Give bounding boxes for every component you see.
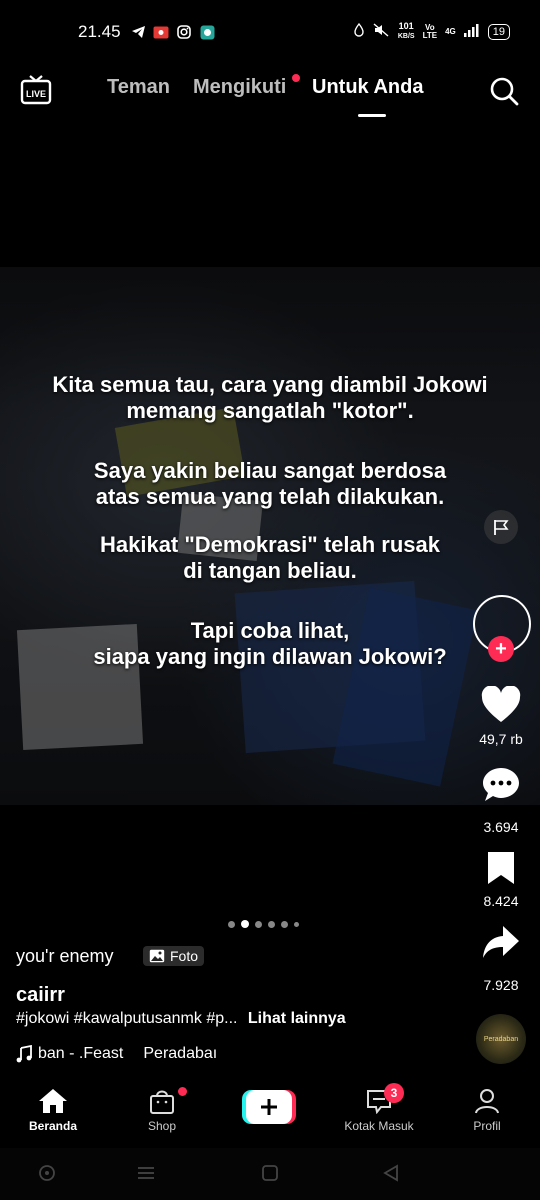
recent-apps-icon[interactable]	[137, 1166, 155, 1185]
data-saver-icon	[354, 22, 364, 40]
caption-paragraph-4: Tapi coba lihat, siapa yang ingin dilawa…	[0, 618, 540, 670]
instagram-icon	[176, 24, 192, 40]
home-icon	[39, 1089, 67, 1113]
system-navigation-bar	[0, 1148, 540, 1200]
status-system-icons: 101 KB/S Vo LTE 4G 19	[354, 22, 510, 41]
share-arrow-icon	[483, 926, 519, 958]
battery-indicator: 19	[487, 23, 510, 40]
save-count: 8.424	[483, 893, 519, 909]
heart-icon	[481, 685, 521, 722]
music-info[interactable]: ban - .Feast Peradabaı	[16, 1045, 217, 1063]
nav-shop-label: Shop	[147, 1119, 177, 1133]
bookmark-icon	[488, 852, 514, 884]
photo-caption: Kita semua tau, cara yang diambil Jokowi…	[0, 372, 540, 692]
shopping-bag-icon	[150, 1090, 174, 1114]
tab-mengikuti[interactable]: Mengikuti	[193, 76, 286, 99]
comment-icon	[483, 768, 519, 801]
status-time: 21.45	[78, 22, 121, 41]
carousel-dot	[255, 920, 262, 928]
network-speed-unit: KB/S	[397, 33, 415, 40]
like-button[interactable]: 49,7 rb	[460, 685, 540, 747]
image-icon	[149, 949, 165, 963]
volte-icon: Vo LTE	[422, 22, 438, 40]
post-description: #jokowi #kawalputusanmk #p... Lihat lain…	[16, 1010, 346, 1028]
screen-record-icon	[153, 24, 169, 40]
save-button[interactable]: 8.424	[460, 850, 540, 909]
signal-icon	[463, 23, 480, 40]
nav-home-label: Beranda	[28, 1119, 78, 1133]
caption-paragraph-3: Hakikat "Demokrasi" telah rusak di tanga…	[0, 532, 540, 584]
like-count: 49,7 rb	[479, 731, 523, 747]
active-tab-indicator	[358, 114, 386, 117]
caption-paragraph-2: Saya yakin beliau sangat berdosa atas se…	[0, 458, 540, 510]
carousel-dot	[294, 921, 299, 927]
nav-home[interactable]: Beranda	[8, 1088, 98, 1133]
comment-count: 3.694	[483, 819, 519, 835]
share-button[interactable]: 7.928	[460, 924, 540, 993]
carousel-indicator	[228, 920, 299, 928]
caption-line: memang sangatlah "kotor".	[126, 398, 414, 423]
carousel-dot	[268, 920, 275, 928]
create-plus-icon	[242, 1090, 296, 1124]
following-notification-dot	[292, 74, 300, 82]
music-note-icon	[16, 1045, 32, 1063]
home-square-icon[interactable]	[261, 1164, 279, 1187]
comment-button[interactable]: 3.694	[460, 766, 540, 835]
caption-line: Saya yakin beliau sangat berdosa	[93, 458, 447, 483]
plus-icon: +	[495, 638, 507, 660]
caption-line: Kita semua tau, cara yang diambil Jokowi	[52, 372, 488, 397]
nav-inbox[interactable]: Kotak Masuk	[334, 1088, 424, 1133]
nav-profile-label: Profil	[473, 1119, 501, 1133]
flag-icon	[494, 520, 509, 535]
photo-post-title: you'r enemy	[16, 946, 114, 966]
creator-username[interactable]: caiirr	[16, 984, 65, 1007]
nav-shop[interactable]: Shop	[117, 1088, 207, 1133]
status-bar: 21.45 101 KB/S Vo LTE 4G 19	[0, 0, 540, 64]
nav-inbox-label: Kotak Masuk	[344, 1119, 414, 1133]
profile-icon	[475, 1089, 499, 1114]
network-speed-value: 101	[398, 21, 414, 31]
music-title-extra: Peradabaı	[143, 1045, 218, 1062]
shop-notification-dot	[178, 1087, 187, 1096]
music-title: ban - .Feast	[38, 1045, 124, 1062]
follow-button[interactable]: +	[488, 636, 514, 662]
caption-line: Tapi coba lihat,	[190, 618, 350, 643]
photo-badge-label: Foto	[170, 948, 199, 964]
inbox-unread-badge: 3	[384, 1083, 404, 1103]
caption-line: siapa yang ingin dilawan Jokowi?	[93, 644, 447, 669]
feed-tabs: Teman Mengikuti Untuk Anda	[0, 76, 540, 116]
caption-line: di tangan beliau.	[183, 558, 357, 583]
status-notification-icons	[130, 24, 215, 40]
carousel-dot	[281, 920, 288, 928]
caption-line: atas semua yang telah dilakukan.	[95, 484, 445, 509]
music-disc[interactable]: Peradaban	[476, 1014, 526, 1064]
network-type: 4G	[445, 27, 456, 36]
share-count: 7.928	[483, 977, 519, 993]
telegram-icon	[130, 24, 146, 40]
create-post-button[interactable]	[242, 1090, 296, 1124]
mute-icon	[372, 23, 390, 40]
assistant-icon[interactable]	[38, 1164, 56, 1187]
tab-teman[interactable]: Teman	[107, 76, 170, 99]
back-triangle-icon[interactable]	[382, 1164, 400, 1187]
see-more-link[interactable]: Lihat lainnya	[248, 1010, 346, 1027]
search-button[interactable]	[489, 76, 519, 111]
photo-mode-badge[interactable]: Foto	[143, 946, 205, 966]
caption-line: Hakikat "Demokrasi" telah rusak	[99, 532, 441, 557]
tab-untuk-anda[interactable]: Untuk Anda	[312, 76, 423, 99]
carousel-dot-active	[241, 920, 249, 928]
post-hashtags[interactable]: #jokowi #kawalputusanmk #p...	[16, 1010, 237, 1027]
nav-profile[interactable]: Profil	[442, 1088, 532, 1133]
music-disc-label: Peradaban	[483, 1035, 519, 1043]
carousel-dot	[228, 920, 235, 928]
report-button[interactable]	[484, 510, 518, 544]
chat-app-icon	[199, 24, 215, 40]
network-speed: 101 KB/S	[398, 22, 415, 41]
caption-paragraph-1: Kita semua tau, cara yang diambil Jokowi…	[0, 372, 540, 424]
search-icon	[490, 77, 519, 106]
